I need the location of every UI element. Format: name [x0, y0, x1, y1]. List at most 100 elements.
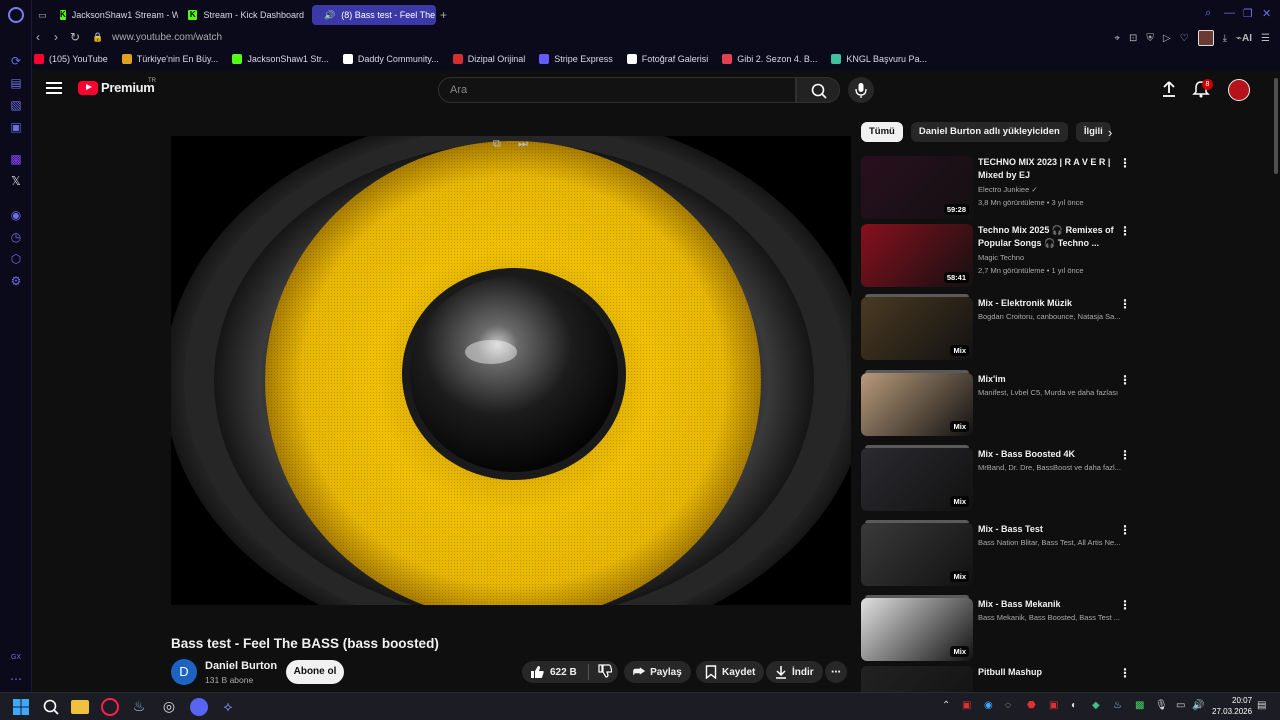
- video-thumbnail[interactable]: Mix: [861, 523, 973, 586]
- player-icon[interactable]: ◉: [8, 207, 24, 223]
- adblock-icon[interactable]: ⛨: [1146, 33, 1154, 44]
- more-vertical-icon[interactable]: ⋮: [1119, 523, 1131, 537]
- tray-app-icon[interactable]: ▩: [1135, 700, 1144, 711]
- reload-button[interactable]: ↻: [70, 30, 80, 44]
- bookmark-item[interactable]: (105) YouTube: [34, 54, 108, 64]
- steam-icon[interactable]: ♨: [130, 698, 148, 716]
- more-vertical-icon[interactable]: ⋮: [1119, 297, 1131, 311]
- upload-icon[interactable]: [1160, 80, 1178, 98]
- x-twitter-icon[interactable]: 𝕏: [8, 173, 24, 189]
- heart-icon[interactable]: ♡: [1180, 33, 1189, 44]
- recommendation-item[interactable]: 58:41 Techno Mix 2025 🎧 Remixes of Popula…: [861, 224, 1221, 290]
- recommendation-title[interactable]: Mix - Elektronik Müzik: [978, 297, 1120, 310]
- search-input[interactable]: Ara: [438, 77, 796, 103]
- minimize-button[interactable]: —: [1224, 7, 1235, 19]
- scrollbar[interactable]: [1274, 78, 1278, 174]
- more-vertical-icon[interactable]: ⋮: [1119, 666, 1131, 680]
- bookmark-item[interactable]: Daddy Community...: [342, 54, 439, 64]
- more-vertical-icon[interactable]: ⋮: [1119, 156, 1131, 170]
- bookmark-item[interactable]: Gibi 2. Sezon 4. B...: [722, 54, 817, 64]
- save-button[interactable]: Kaydet: [696, 661, 765, 683]
- bookmark-item[interactable]: Fotoğraf Galerisi: [626, 54, 708, 64]
- volume-icon[interactable]: 🔊: [1192, 700, 1204, 711]
- play-icon[interactable]: ▷: [1163, 33, 1171, 44]
- tab-youtube-active[interactable]: 🔊 (8) Bass test - Feel The: [312, 5, 436, 25]
- more-vertical-icon[interactable]: ⋮: [1119, 373, 1131, 387]
- windows-start-icon[interactable]: [12, 698, 30, 716]
- video-thumbnail[interactable]: Mix: [861, 598, 973, 661]
- speaker-icon[interactable]: 🔊: [324, 10, 335, 21]
- tab-kick-stream[interactable]: K JacksonShaw1 Stream - W: [54, 5, 178, 25]
- channel-name[interactable]: Daniel Burton: [205, 660, 277, 672]
- bookmark-item[interactable]: Türkiye'nin En Büy...: [121, 54, 218, 64]
- more-vertical-icon[interactable]: ⋮: [1119, 224, 1131, 238]
- account-avatar[interactable]: [1228, 79, 1250, 101]
- forward-button[interactable]: ›: [54, 30, 58, 44]
- channel-avatar[interactable]: D: [171, 659, 197, 685]
- recommendation-channel[interactable]: MrBand, Dr. Dre, BassBoost ve daha fazl.…: [978, 463, 1130, 472]
- snapshot-icon[interactable]: ⊡: [1129, 33, 1137, 44]
- extensions-icon[interactable]: ⬡: [8, 251, 24, 267]
- recommendation-item[interactable]: Pitbull Mashup ⋮: [861, 666, 1221, 692]
- bookmark-item[interactable]: KNGL Başvuru Pa...: [831, 54, 927, 64]
- gx-control-icon[interactable]: ▤: [8, 75, 24, 91]
- subscribe-button[interactable]: Abone ol: [286, 660, 344, 684]
- recommendation-channel[interactable]: Manifest, Lvbel C5, Murda ve daha fazlas…: [978, 388, 1130, 397]
- refresh-icon[interactable]: ⟳: [8, 53, 24, 69]
- tab-kick-dashboard[interactable]: K Stream - Kick Dashboard: [182, 5, 310, 25]
- url-field[interactable]: www.youtube.com/watch: [112, 32, 222, 43]
- ai-button[interactable]: ⌁AI: [1236, 33, 1252, 44]
- recommendation-item[interactable]: Mix Mix - Bass Mekanik Bass Mekanik, Bass …: [861, 595, 1221, 664]
- opera-gx-taskbar-icon[interactable]: [101, 698, 119, 716]
- recommendation-title[interactable]: TECHNO MIX 2023 | R A V E R | Mixed by E…: [978, 156, 1120, 182]
- tray-app-icon[interactable]: ▣: [962, 700, 971, 711]
- restore-button[interactable]: ❐: [1243, 7, 1253, 20]
- search-tabs-icon[interactable]: ⌕: [1205, 7, 1211, 20]
- download-icon[interactable]: ⤓: [1223, 33, 1227, 44]
- more-actions-button[interactable]: ⋯: [825, 661, 847, 683]
- recommendation-item[interactable]: Mix Mix - Bass Test Bass Nation Blitar, Ba…: [861, 520, 1221, 589]
- search-icon[interactable]: [42, 698, 60, 716]
- discord-icon[interactable]: [190, 698, 208, 716]
- chip-all[interactable]: Tümü: [861, 122, 903, 142]
- easy-setup-icon[interactable]: ☰: [1261, 33, 1270, 44]
- recommendation-title[interactable]: Mix - Bass Test: [978, 523, 1120, 536]
- new-tab-button[interactable]: +: [440, 8, 447, 22]
- profile-avatar[interactable]: [1197, 30, 1214, 46]
- more-icon[interactable]: ⋯: [8, 671, 24, 687]
- miniplayer-icon[interactable]: ⧉: [493, 138, 501, 151]
- video-thumbnail[interactable]: Mix: [861, 448, 973, 511]
- video-thumbnail[interactable]: 59:28: [861, 156, 973, 219]
- tray-app-icon[interactable]: ▣: [1049, 700, 1058, 711]
- back-button[interactable]: ‹: [36, 30, 40, 44]
- recommendation-channel[interactable]: Bass Nation Blitar, Bass Test, All Artis…: [978, 538, 1130, 547]
- download-button[interactable]: İndir: [766, 661, 823, 683]
- close-window-button[interactable]: ✕: [1262, 7, 1271, 20]
- chevron-right-icon[interactable]: ›: [1108, 125, 1112, 140]
- microphone-icon[interactable]: 🎙: [1155, 700, 1168, 711]
- pin-icon[interactable]: ⌖: [1114, 33, 1120, 44]
- tray-app-icon[interactable]: ◆: [1092, 700, 1100, 711]
- video-thumbnail[interactable]: Mix: [861, 297, 973, 360]
- recommendation-channel[interactable]: Electro Junkiee ✓: [978, 185, 1130, 194]
- video-thumbnail[interactable]: Mix: [861, 373, 973, 436]
- video-player[interactable]: ⧉ ⏭: [171, 136, 851, 605]
- recommendation-channel[interactable]: Bass Mekanik, Bass Boosted, Bass Test ..…: [978, 613, 1130, 622]
- tray-app-icon[interactable]: ◐: [1071, 700, 1077, 711]
- recommendation-item[interactable]: Mix Mix'im Manifest, Lvbel C5, Murda ve da…: [861, 370, 1221, 439]
- file-explorer-icon[interactable]: [71, 700, 89, 714]
- messenger-icon[interactable]: ▣: [8, 119, 24, 135]
- voice-search-button[interactable]: [848, 77, 874, 103]
- bookmark-item[interactable]: Dizipal Orijinal: [452, 54, 525, 64]
- gx-corner-icon[interactable]: ▧: [8, 97, 24, 113]
- recommendation-channel[interactable]: Magic Techno: [978, 253, 1130, 262]
- like-button[interactable]: 622 B: [530, 665, 577, 679]
- recommendation-item[interactable]: Mix Mix - Elektronik Müzik Bogdan Croitoru…: [861, 294, 1221, 363]
- recommendation-title[interactable]: Mix'im: [978, 373, 1120, 386]
- autoplay-next-icon[interactable]: ⏭: [518, 138, 528, 151]
- youtube-premium-logo[interactable]: Premium TR: [78, 78, 156, 95]
- notification-center-icon[interactable]: ▤: [1257, 700, 1266, 711]
- tab-workspace-icon[interactable]: ▭: [32, 5, 52, 25]
- recommendation-channel[interactable]: Bogdan Croitoru, canbounce, Natasja Sa..…: [978, 312, 1130, 321]
- recommendation-item[interactable]: Mix Mix - Bass Boosted 4K MrBand, Dr. Dre,…: [861, 445, 1221, 514]
